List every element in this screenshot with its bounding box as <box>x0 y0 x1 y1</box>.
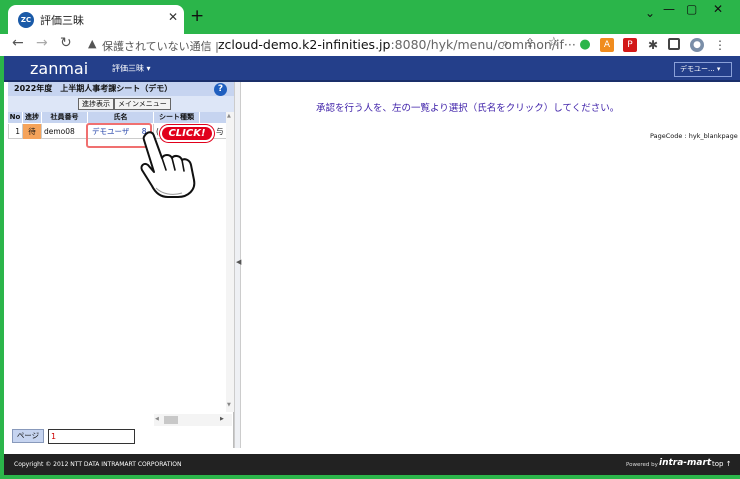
app-footer: Copyright © 2012 NTT DATA INTRAMART CORP… <box>4 454 740 475</box>
pager: ページ 1 <box>12 429 162 445</box>
scroll-thumb[interactable] <box>164 416 178 424</box>
browser-tab-bar: ZC 評価三昧 ✕ + ⌄ — ▢ ✕ <box>0 0 740 34</box>
panel-splitter[interactable]: ◀ <box>234 82 241 448</box>
profile-icon[interactable]: ● <box>690 38 704 52</box>
instruction-text: 承認を行う人を、左の一覧より選択（氏名をクリック）してください。 <box>316 103 620 114</box>
page-input[interactable]: 1 <box>48 429 135 444</box>
col-no: No <box>8 112 23 123</box>
pointing-hand-icon <box>140 131 196 198</box>
app-window: zanmai 評価三昧 ▾ デモユー... ▾ 2022年度 上半期人事考課シー… <box>4 56 740 475</box>
minimize-icon[interactable]: — <box>663 2 675 16</box>
browser-toolbar: ← → ↻ ▲ 保護されていない通信 | zcloud-demo.k2-infi… <box>0 34 740 56</box>
copyright: Copyright © 2012 NTT DATA INTRAMART CORP… <box>14 461 182 468</box>
row-extra: 与 <box>216 127 224 136</box>
zc-favicon-icon: ZC <box>18 12 34 28</box>
forward-icon[interactable]: → <box>36 35 48 51</box>
security-status: 保護されていない通信 | <box>102 40 219 53</box>
window-close-icon[interactable]: ✕ <box>713 2 723 16</box>
sidepanel-icon[interactable] <box>668 38 680 50</box>
scroll-left-icon[interactable]: ◀ <box>155 416 159 422</box>
row-no: 1 <box>8 124 23 139</box>
app-logo[interactable]: zanmai <box>30 59 88 78</box>
user-menu[interactable]: デモユー... ▾ <box>674 62 732 77</box>
address-bar[interactable]: ▲ 保護されていない通信 | zcloud-demo.k2-infinities… <box>78 34 576 56</box>
main-menu-button[interactable]: メインメニュー <box>114 98 171 110</box>
pdf-icon[interactable]: P <box>623 38 637 52</box>
status-badge: 待 <box>23 124 42 139</box>
horizontal-scrollbar[interactable]: ◀ ▶ <box>154 414 232 426</box>
warning-icon[interactable]: ▲ <box>88 37 96 50</box>
vertical-scrollbar[interactable]: ▲ ▼ <box>226 112 234 412</box>
collapse-arrow-icon[interactable]: ◀ <box>236 258 241 266</box>
scroll-up-icon[interactable]: ▲ <box>227 113 231 119</box>
tab-close-icon[interactable]: ✕ <box>168 10 178 24</box>
kebab-icon[interactable]: ⋮ <box>713 38 727 52</box>
aws-icon[interactable]: A <box>600 38 614 52</box>
col-emp-id: 社員番号 <box>42 112 88 123</box>
reload-icon[interactable]: ↻ <box>60 35 72 51</box>
bookmark-star-icon[interactable]: ☆ <box>548 35 560 50</box>
intramart-logo: intra-mart <box>659 458 712 468</box>
progress-button[interactable]: 進捗表示 <box>78 98 114 110</box>
evernote-icon[interactable]: ● <box>578 38 592 52</box>
emp-id: demo08 <box>42 124 88 139</box>
url-text[interactable]: zcloud-demo.k2-infinities.jp:8080/hyk/me… <box>218 37 576 52</box>
scroll-down-icon[interactable]: ▼ <box>227 402 231 408</box>
tab-title: 評価三昧 <box>40 14 84 27</box>
table-header: No 進捗 社員番号 氏名 シート種類 <box>8 112 226 123</box>
new-tab-icon[interactable]: + <box>190 8 204 25</box>
eval-menu[interactable]: 評価三昧 ▾ <box>112 63 151 74</box>
page-code: PageCode : hyk_blankpage <box>650 132 738 140</box>
col-status: 進捗 <box>23 112 42 123</box>
powered-by: Powered by <box>626 462 658 468</box>
back-icon[interactable]: ← <box>12 35 24 51</box>
maximize-icon[interactable]: ▢ <box>686 2 697 16</box>
col-name: 氏名 <box>88 112 154 123</box>
scroll-right-icon[interactable]: ▶ <box>220 416 224 422</box>
top-link[interactable]: top ↑ <box>712 460 732 468</box>
page-label: ページ <box>12 429 44 443</box>
browser-tab[interactable]: ZC 評価三昧 ✕ <box>8 5 184 34</box>
app-header: zanmai 評価三昧 ▾ デモユー... ▾ <box>4 56 740 82</box>
button-row: 進捗表示 メインメニュー <box>8 96 234 112</box>
help-icon[interactable]: ? <box>214 83 227 96</box>
sheet-title: 2022年度 上半期人事考課シート（デモ） <box>8 82 234 96</box>
share-icon[interactable]: ⇪ <box>525 36 535 50</box>
col-sheet: シート種類 <box>154 112 200 123</box>
tab-search-icon[interactable]: ⌄ <box>645 6 655 20</box>
puzzle-icon[interactable]: ✱ <box>646 38 660 52</box>
zoom-icon[interactable]: ⌕ <box>502 36 509 51</box>
